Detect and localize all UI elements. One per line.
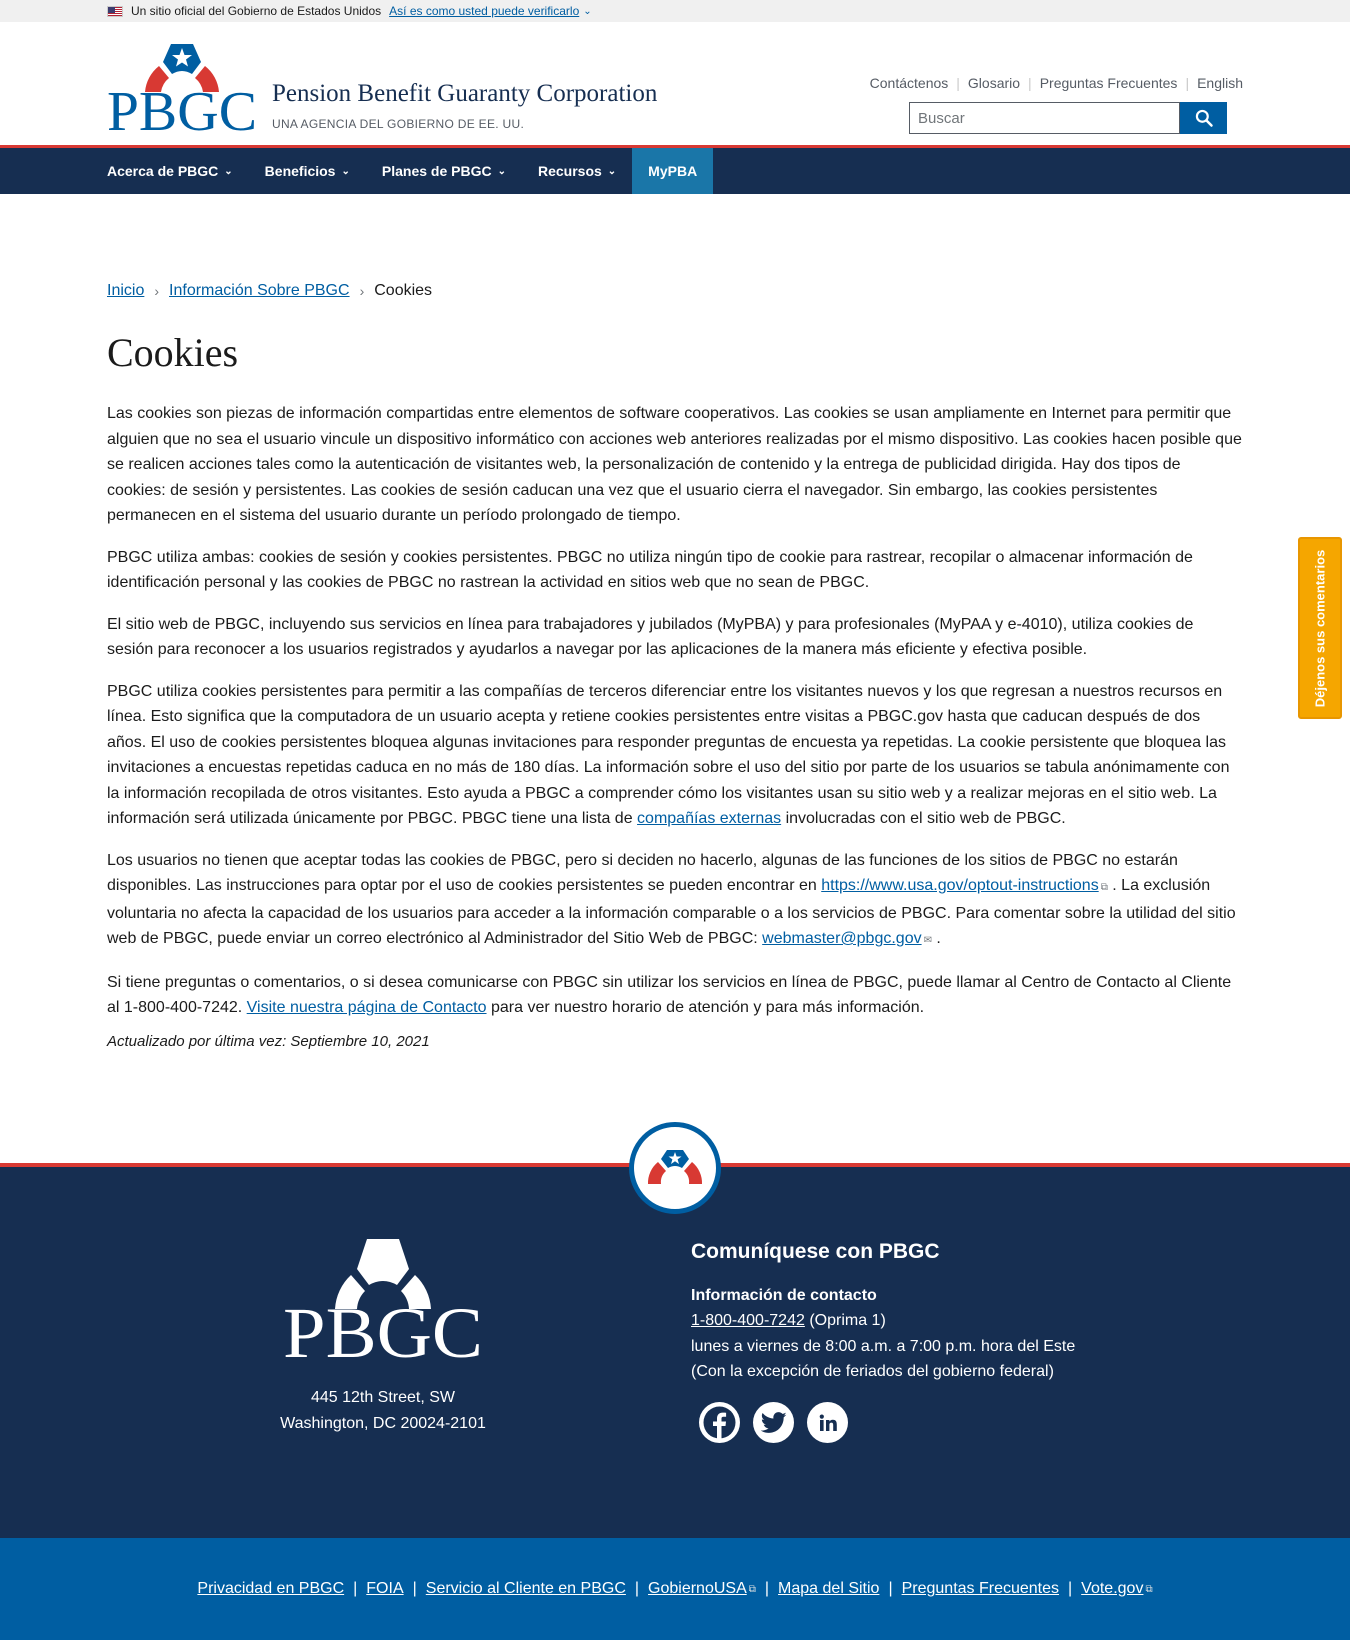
chevron-right-icon: ›: [154, 283, 160, 299]
util-link-faq[interactable]: Preguntas Frecuentes: [1040, 75, 1178, 91]
footer-link-faq[interactable]: Preguntas Frecuentes: [902, 1580, 1059, 1598]
search-form: [909, 102, 1227, 134]
linkedin-icon[interactable]: [807, 1402, 848, 1443]
twitter-icon[interactable]: [753, 1402, 794, 1443]
paragraph-3: El sitio web de PBGC, incluyendo sus ser…: [107, 615, 1194, 659]
contact-hours: lunes a viernes de 8:00 a.m. a 7:00 p.m.…: [691, 1337, 1076, 1355]
footer-link-vote[interactable]: Vote.gov: [1081, 1580, 1143, 1598]
footer-pbgc-logo: PBGC: [283, 1239, 483, 1361]
optout-link[interactable]: https://www.usa.gov/optout-instructions: [821, 877, 1098, 894]
address-line-1: 445 12th Street, SW: [310, 1389, 456, 1406]
social-links: [699, 1402, 848, 1443]
phone-link[interactable]: 1-800-400-7242: [691, 1312, 805, 1329]
paragraph-6: Si tiene preguntas o comentarios, o si d…: [107, 973, 1232, 1017]
last-updated: Actualizado por última vez: Septiembre 1…: [107, 1032, 430, 1050]
paragraph-5: Los usuarios no tienen que aceptar todas…: [107, 851, 1236, 948]
pbgc-logo[interactable]: PBGC: [107, 40, 257, 132]
feedback-tab[interactable]: Déjenos sus comentarios: [1298, 537, 1342, 719]
footer: [0, 1163, 1350, 1538]
util-link-english[interactable]: English: [1197, 75, 1243, 91]
util-link-contact[interactable]: Contáctenos: [870, 75, 949, 91]
search-button[interactable]: [1180, 102, 1227, 134]
footer-link-customer-service[interactable]: Servicio al Cliente en PBGC: [426, 1580, 626, 1598]
site-header: PBGC Pension Benefit Guaranty Corporatio…: [0, 22, 1350, 148]
nav-planes[interactable]: Planes de PBGC ⌄: [382, 148, 538, 194]
breadcrumb-current: Cookies: [374, 282, 433, 299]
main-nav: Acerca de PBGC ⌄ Beneficios ⌄ Planes de PB…: [0, 148, 1350, 194]
logo-text: PBGC: [107, 81, 257, 132]
util-link-glossary[interactable]: Glosario: [968, 75, 1020, 91]
webmaster-email-link[interactable]: webmaster@pbgc.gov: [762, 930, 921, 947]
contact-page-link[interactable]: Visite nuestra página de Contacto: [247, 999, 487, 1016]
utility-links: Contáctenos | Glosario | Preguntas Frecu…: [869, 75, 1243, 91]
paragraph-1: Las cookies son piezas de información co…: [107, 405, 1242, 524]
site-name[interactable]: Pension Benefit Guaranty Corporation: [272, 80, 657, 108]
footer-badge: [629, 1122, 721, 1214]
nav-acerca[interactable]: Acerca de PBGC ⌄: [107, 148, 265, 194]
paragraph-2: PBGC utiliza ambas: cookies de sesión y …: [107, 548, 1193, 592]
page-title: Cookies: [107, 330, 239, 375]
chevron-down-icon: ⌄: [607, 165, 617, 177]
chevron-down-icon: ⌄: [224, 165, 233, 177]
footer-links: Privacidad en PBGC | FOIA | Servicio al Cl…: [0, 1538, 1350, 1640]
contact-holidays: (Con la excepción de feriados del gobier…: [691, 1363, 1054, 1380]
contact-title: Comuníquese con PBGC: [691, 1240, 940, 1263]
nav-beneficios[interactable]: Beneficios ⌄: [265, 148, 382, 194]
search-icon: [1195, 109, 1213, 127]
footer-link-sitemap[interactable]: Mapa del Sitio: [778, 1580, 879, 1598]
pbgc-emblem-icon: [647, 1150, 703, 1184]
breadcrumb: Inicio › Información Sobre PBGC › Cookie…: [107, 282, 1243, 300]
contact-label: Información de contacto: [691, 1287, 877, 1304]
footer-link-privacy[interactable]: Privacidad en PBGC: [197, 1580, 344, 1598]
external-link-icon: ⧉: [748, 1583, 756, 1595]
breadcrumb-home[interactable]: Inicio: [107, 282, 144, 300]
footer-contact: Comuníquese con PBGC Información de cont…: [691, 1240, 1075, 1385]
contact-phone-line: 1-800-400-7242 (Oprima 1): [691, 1312, 886, 1329]
external-link-icon: ⧉: [1145, 1583, 1153, 1595]
footer-link-gobiernousa[interactable]: GobiernoUSA: [648, 1580, 747, 1598]
paragraph-4: PBGC utiliza cookies persistentes para p…: [107, 682, 1230, 828]
feedback-label: Déjenos sus comentarios: [1312, 549, 1328, 707]
nav-mypba[interactable]: MyPBA: [632, 148, 714, 194]
external-link-icon: ⧉: [1100, 882, 1108, 893]
main-content: Inicio › Información Sobre PBGC › Cookie…: [107, 282, 1243, 1050]
facebook-icon[interactable]: [699, 1402, 740, 1443]
footer-address: 445 12th Street, SW Washington, DC 20024…: [233, 1385, 533, 1437]
chevron-down-icon[interactable]: ⌄: [583, 6, 591, 17]
footer-link-foia[interactable]: FOIA: [366, 1580, 403, 1598]
chevron-down-icon: ⌄: [497, 165, 506, 177]
gov-banner: Un sitio oficial del Gobierno de Estados…: [0, 0, 1350, 22]
us-flag-icon: [107, 5, 123, 17]
gov-banner-text: Un sitio oficial del Gobierno de Estados…: [131, 4, 382, 18]
address-line-2: Washington, DC 20024-2101: [280, 1415, 486, 1432]
footer-logo-text: PBGC: [283, 1293, 483, 1361]
email-icon: ✉: [923, 935, 932, 946]
breadcrumb-parent[interactable]: Información Sobre PBGC: [169, 282, 350, 300]
chevron-right-icon: ›: [359, 283, 365, 299]
search-input[interactable]: [909, 102, 1180, 134]
verify-link[interactable]: Así es como usted puede verificarlo: [389, 4, 579, 18]
site-subtitle: UNA AGENCIA DEL GOBIERNO DE EE. UU.: [272, 117, 525, 131]
external-companies-link[interactable]: compañías externas: [637, 810, 781, 827]
chevron-down-icon: ⌄: [341, 165, 350, 177]
